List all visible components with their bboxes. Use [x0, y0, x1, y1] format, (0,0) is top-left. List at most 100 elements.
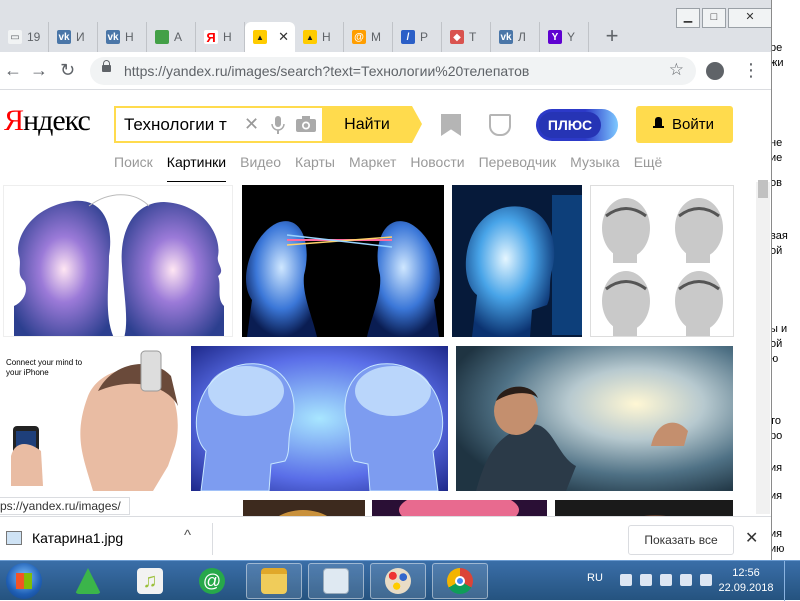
- image-result[interactable]: [191, 346, 448, 491]
- desktop-fragment: ы и: [770, 323, 788, 335]
- service-link[interactable]: Музыка: [570, 154, 620, 170]
- tray-flag-icon[interactable]: [660, 574, 672, 586]
- forward-button[interactable]: →: [30, 60, 48, 80]
- vk-icon: vk: [57, 30, 71, 44]
- login-button[interactable]: Войти: [636, 106, 733, 143]
- close-downloads-bar-icon[interactable]: ✕: [745, 528, 758, 548]
- taskbar: ♫ @ RU 12:56 22.09.2018: [0, 560, 800, 601]
- tab-title: Р: [420, 30, 429, 44]
- search-query[interactable]: Технологии т: [124, 115, 236, 135]
- browser-tab[interactable]: A: [147, 22, 196, 52]
- yandex-logo[interactable]: Яндекс: [4, 104, 91, 138]
- address-url[interactable]: https://yandex.ru/images/search?text=Тех…: [124, 63, 529, 79]
- browser-tab[interactable]: ЯН: [196, 22, 245, 52]
- doc-icon: ▭: [8, 30, 22, 44]
- page-scrollbar[interactable]: [756, 180, 770, 514]
- browser-toolbar: ← → ↻ https://yandex.ru/images/search?te…: [0, 52, 771, 90]
- reload-button[interactable]: ↻: [60, 60, 75, 80]
- green-square-icon: [155, 30, 169, 44]
- new-tab-button[interactable]: +: [599, 24, 625, 50]
- bird-icon: ◆: [450, 30, 464, 44]
- vk-icon: vk: [499, 30, 513, 44]
- downloads-bar: Катарина1.jpg ^ Показать все ✕: [0, 516, 771, 560]
- close-tab-icon[interactable]: ✕: [278, 29, 289, 45]
- start-button[interactable]: [6, 563, 42, 599]
- browser-tab[interactable]: vk Л: [491, 22, 540, 52]
- service-link[interactable]: Ещё: [634, 154, 663, 170]
- status-url: ps://yandex.ru/images/: [0, 497, 130, 515]
- scrollbar-thumb[interactable]: [758, 180, 768, 198]
- taskbar-app-explorer[interactable]: [246, 563, 302, 599]
- mail-at-icon: @: [199, 568, 225, 594]
- browser-menu-button[interactable]: ⋮: [742, 60, 760, 80]
- collections-icon[interactable]: [441, 114, 461, 136]
- yandex-images-icon: ▲: [303, 30, 317, 44]
- clear-icon[interactable]: ✕: [244, 114, 259, 135]
- service-link[interactable]: Видео: [240, 154, 281, 170]
- tab-strip: ▁ □ ✕ ▭ 19 vk Иvk Н A Я Н ▲ ✕ ▲ Н @ М / Р ◆ Тvk Л Y Y +: [0, 0, 771, 52]
- browser-tab[interactable]: / Р: [393, 22, 442, 52]
- browser-tab[interactable]: vk И: [49, 22, 98, 52]
- taskbar-app-music[interactable]: ♫: [122, 563, 178, 599]
- image-result[interactable]: [3, 185, 233, 337]
- tab-title: Т: [469, 30, 477, 44]
- music-icon: ♫: [137, 568, 163, 594]
- show-all-downloads-button[interactable]: Показать все: [628, 525, 734, 555]
- show-desktop-button[interactable]: [784, 561, 800, 601]
- yandex-header: Яндекс Технологии т ✕ Найти ПЛЮС Войти П…: [0, 90, 771, 183]
- maximize-button[interactable]: □: [702, 8, 726, 28]
- taskbar-app-notepad[interactable]: [308, 563, 364, 599]
- tab-title: Y: [567, 30, 576, 44]
- notepad-icon: [323, 568, 349, 594]
- tray-volume-icon[interactable]: [700, 574, 712, 586]
- image-result[interactable]: [242, 185, 444, 337]
- paint-palette-icon: [385, 568, 411, 594]
- tray-network-icon[interactable]: [680, 574, 692, 586]
- shield-icon[interactable]: [489, 114, 511, 136]
- window-close-button[interactable]: ✕: [728, 8, 771, 28]
- tab-title: Н: [322, 30, 331, 44]
- minimize-button[interactable]: ▁: [676, 8, 700, 28]
- folder-icon: [261, 568, 287, 594]
- service-link[interactable]: Картинки: [166, 154, 227, 183]
- browser-tab[interactable]: ◆ Т: [442, 22, 491, 52]
- service-link[interactable]: Карты: [295, 154, 335, 170]
- plus-button[interactable]: ПЛЮС: [536, 109, 618, 141]
- service-link[interactable]: Новости: [410, 154, 464, 170]
- browser-tab[interactable]: YY: [540, 22, 589, 52]
- taskbar-app-chrome[interactable]: [432, 563, 488, 599]
- browser-tab[interactable]: ▭ 19: [0, 22, 49, 52]
- taskbar-app-green-a[interactable]: [60, 563, 116, 599]
- browser-tab[interactable]: @ М: [344, 22, 393, 52]
- download-options-chevron-icon[interactable]: ^: [184, 527, 191, 544]
- browser-tab[interactable]: ▲ ✕: [245, 22, 295, 52]
- account-icon[interactable]: [706, 62, 724, 80]
- tray-device-icon[interactable]: [640, 574, 652, 586]
- browser-tab[interactable]: ▲ Н: [295, 22, 344, 52]
- bookmark-star-icon[interactable]: ☆: [669, 60, 684, 80]
- logo-rest: ндекс: [23, 104, 91, 137]
- search-input[interactable]: Технологии т ✕: [114, 106, 324, 143]
- camera-icon[interactable]: [296, 116, 316, 137]
- clock[interactable]: 12:56 22.09.2018: [716, 566, 776, 596]
- image-result[interactable]: [456, 346, 733, 491]
- find-button[interactable]: Найти: [322, 106, 422, 143]
- language-indicator[interactable]: RU: [587, 572, 603, 584]
- image-result[interactable]: [590, 185, 734, 337]
- microphone-icon[interactable]: [271, 116, 285, 139]
- image-result[interactable]: Connect your mind to your iPhone: [3, 346, 183, 491]
- image-result[interactable]: [452, 185, 582, 337]
- tabs: ▭ 19 vk Иvk Н A Я Н ▲ ✕ ▲ Н @ М / Р ◆ Тvk Л Y Y: [0, 22, 589, 52]
- service-link[interactable]: Поиск: [114, 154, 153, 170]
- browser-tab[interactable]: vk Н: [98, 22, 147, 52]
- service-link[interactable]: Переводчик: [479, 154, 557, 170]
- tray-up-icon[interactable]: [620, 574, 632, 586]
- address-bar[interactable]: https://yandex.ru/images/search?text=Тех…: [90, 57, 696, 85]
- desktop-text-fragments: ре жи не ие ов вая ой ы и ой ю то ро ия …: [770, 0, 800, 560]
- back-button[interactable]: ←: [4, 60, 22, 80]
- taskbar-app-paint[interactable]: [370, 563, 426, 599]
- green-a-icon: [75, 568, 101, 594]
- service-link[interactable]: Маркет: [349, 154, 396, 170]
- download-filename[interactable]: Катарина1.jpg: [32, 530, 123, 546]
- taskbar-app-mail[interactable]: @: [184, 563, 240, 599]
